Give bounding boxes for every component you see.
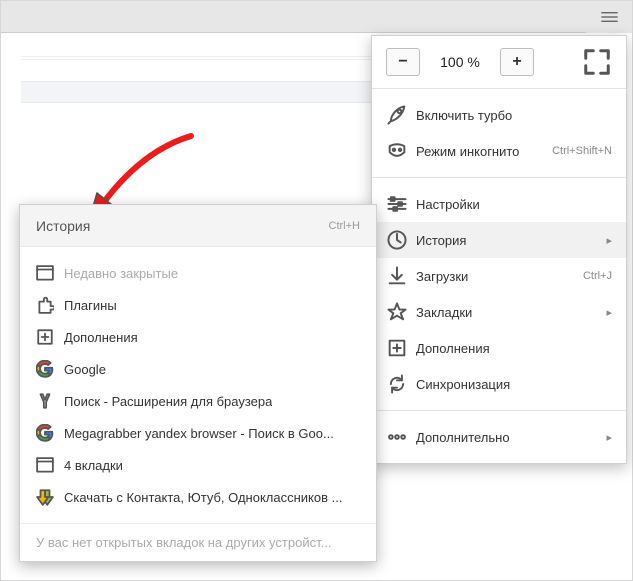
menu-item-incognito[interactable]: Режим инкогнито Ctrl+Shift+N [372, 133, 626, 169]
download-arrow-icon [36, 489, 54, 505]
history-label: Недавно закрытые [64, 266, 178, 281]
yandex-icon [36, 393, 54, 409]
menu-label: Закладки [416, 305, 600, 320]
sync-icon [386, 375, 408, 393]
history-item-download[interactable]: Скачать с Контакта, Ютуб, Одноклассников… [20, 481, 376, 513]
menu-item-addons[interactable]: Дополнения [372, 330, 626, 366]
menu-item-downloads[interactable]: Загрузки Ctrl+J [372, 258, 626, 294]
history-label: Поиск - Расширения для браузера [64, 394, 272, 409]
history-submenu: История Ctrl+H Недавно закрытые Плагины … [19, 204, 377, 562]
history-item-plugins[interactable]: Плагины [20, 289, 376, 321]
box-plus-icon [36, 329, 54, 345]
menu-label: Включить турбо [416, 108, 612, 123]
zoom-row: − 100 % + [372, 36, 626, 88]
history-footer: У вас нет открытых вкладок на других уст… [20, 523, 376, 561]
menu-item-turbo[interactable]: Включить турбо [372, 97, 626, 133]
menu-shortcut: Ctrl+Shift+N [552, 145, 612, 157]
history-item-4tabs[interactable]: 4 вкладки [20, 449, 376, 481]
titlebar [1, 1, 632, 33]
page-strip [21, 56, 372, 60]
history-title: История [36, 218, 329, 234]
history-footer-text: У вас нет открытых вкладок на других уст… [36, 535, 331, 550]
menu-label: Загрузки [416, 269, 583, 284]
page-strip-shaded [21, 81, 372, 103]
history-shortcut: Ctrl+H [329, 220, 360, 232]
menu-item-bookmarks[interactable]: Закладки ▸ [372, 294, 626, 330]
rocket-icon [386, 106, 408, 124]
clock-icon [386, 231, 408, 249]
history-item-search-ext[interactable]: Поиск - Расширения для браузера [20, 385, 376, 417]
history-item-addons[interactable]: Дополнения [20, 321, 376, 353]
main-menu: − 100 % + Включить турбо Режим инкогнито… [371, 35, 627, 464]
history-item-google[interactable]: Google [20, 353, 376, 385]
fullscreen-icon [582, 47, 612, 77]
menu-label: Настройки [416, 197, 612, 212]
download-icon [386, 267, 408, 285]
dots-icon [386, 428, 408, 446]
mask-icon [386, 142, 408, 160]
history-label: Плагины [64, 298, 117, 313]
menu-shortcut: Ctrl+J [583, 270, 612, 282]
window-icon [36, 457, 54, 473]
zoom-out-button[interactable]: − [386, 48, 420, 76]
menu-label: Дополнительно [416, 430, 600, 445]
fullscreen-button[interactable] [582, 48, 612, 76]
google-icon [36, 361, 54, 377]
window-icon [36, 265, 54, 281]
menu-label: Режим инкогнито [416, 144, 552, 159]
history-label: 4 вкладки [64, 458, 123, 473]
chevron-right-icon: ▸ [606, 431, 612, 444]
zoom-value: 100 % [430, 54, 490, 70]
history-label: Megagrabber yandex browser - Поиск в Goo… [64, 426, 334, 441]
zoom-in-button[interactable]: + [500, 48, 534, 76]
menu-item-sync[interactable]: Синхронизация [372, 366, 626, 402]
history-item-megagrabber[interactable]: Megagrabber yandex browser - Поиск в Goo… [20, 417, 376, 449]
hamburger-menu-button[interactable] [586, 1, 632, 33]
history-submenu-header[interactable]: История Ctrl+H [20, 205, 376, 247]
menu-label: Дополнения [416, 341, 612, 356]
history-item-recent-closed: Недавно закрытые [20, 257, 376, 289]
menu-label: История [416, 233, 600, 248]
chevron-right-icon: ▸ [606, 234, 612, 247]
menu-item-settings[interactable]: Настройки [372, 186, 626, 222]
google-icon [36, 425, 54, 441]
chevron-right-icon: ▸ [606, 306, 612, 319]
hamburger-icon [601, 10, 618, 24]
puzzle-icon [36, 297, 54, 313]
history-label: Google [64, 362, 106, 377]
menu-item-history[interactable]: История ▸ [372, 222, 626, 258]
menu-label: Синхронизация [416, 377, 612, 392]
star-icon [386, 303, 408, 321]
sliders-icon [386, 195, 408, 213]
box-plus-icon [386, 339, 408, 357]
history-label: Скачать с Контакта, Ютуб, Одноклассников… [64, 490, 342, 505]
history-label: Дополнения [64, 330, 138, 345]
menu-item-more[interactable]: Дополнительно ▸ [372, 419, 626, 455]
